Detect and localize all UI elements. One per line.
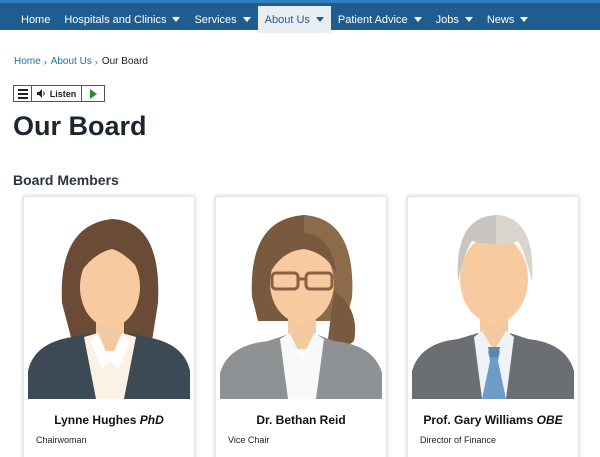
board-member-name: Prof. Gary Williams OBE: [408, 413, 578, 427]
listen-label: Listen: [49, 88, 77, 99]
avatar: [220, 201, 382, 399]
board-member-card[interactable]: Prof. Gary Williams OBE Director of Fina…: [407, 196, 579, 457]
avatar: [28, 201, 190, 399]
chevron-down-icon: [520, 17, 529, 22]
breadcrumb-current: Our Board: [101, 56, 148, 67]
nav-jobs[interactable]: Jobs: [429, 6, 480, 33]
nav-home[interactable]: Home: [14, 6, 57, 33]
page-title: Our Board: [13, 111, 147, 141]
name-suffix: OBE: [536, 413, 563, 427]
breadcrumb: Home › About Us › Our Board: [14, 56, 148, 67]
nav-news[interactable]: News: [480, 6, 536, 33]
chevron-down-icon: [172, 17, 181, 22]
nav-about-label: About Us: [264, 13, 310, 26]
chevron-down-icon: [413, 17, 422, 22]
nav-patient-advice-label: Patient Advice: [337, 13, 408, 26]
name-text: Lynne Hughes: [54, 413, 137, 427]
nav-home-label: Home: [21, 13, 51, 26]
name-text: Dr. Bethan Reid: [256, 413, 346, 427]
chevron-down-icon: [315, 17, 324, 22]
nav-news-label: News: [486, 13, 515, 26]
play-icon[interactable]: [82, 86, 104, 101]
breadcrumb-home[interactable]: Home: [14, 56, 41, 67]
nav-patient-advice[interactable]: Patient Advice: [331, 6, 429, 33]
board-member-card[interactable]: Lynne Hughes PhD Chairwoman: [23, 196, 195, 457]
top-navigation-bar: Home Hospitals and Clinics Services Abou…: [0, 0, 600, 33]
nav-hospitals-and-clinics[interactable]: Hospitals and Clinics: [57, 6, 187, 33]
board-member-name: Lynne Hughes PhD: [24, 413, 194, 427]
name-suffix: PhD: [139, 413, 164, 427]
speaker-icon: [36, 89, 45, 98]
nav-services[interactable]: Services: [187, 6, 257, 33]
nav-jobs-label: Jobs: [435, 13, 459, 26]
chevron-down-icon: [464, 17, 473, 22]
board-member-role: Vice Chair: [228, 435, 270, 445]
chevron-right-icon: ›: [94, 56, 98, 67]
chevron-down-icon: [242, 17, 251, 22]
board-member-name: Dr. Bethan Reid: [216, 413, 386, 427]
board-member-role: Director of Finance: [420, 435, 497, 445]
board-member-role: Chairwoman: [36, 435, 87, 445]
breadcrumb-about-us[interactable]: About Us: [51, 56, 92, 67]
board-member-card[interactable]: Dr. Bethan Reid Vice Chair: [215, 196, 387, 457]
listen-toolbar: Listen: [13, 85, 105, 102]
nav-hospitals-label: Hospitals and Clinics: [64, 13, 167, 26]
main-nav: Home Hospitals and Clinics Services Abou…: [14, 6, 535, 33]
chevron-right-icon: ›: [43, 56, 47, 67]
name-text: Prof. Gary Williams: [423, 413, 534, 427]
nav-services-label: Services: [194, 13, 237, 26]
section-heading: Board Members: [13, 172, 119, 188]
menu-icon[interactable]: [14, 86, 32, 101]
listen-button[interactable]: Listen: [32, 86, 82, 101]
avatar: [412, 201, 574, 399]
nav-about-us[interactable]: About Us: [257, 6, 331, 33]
